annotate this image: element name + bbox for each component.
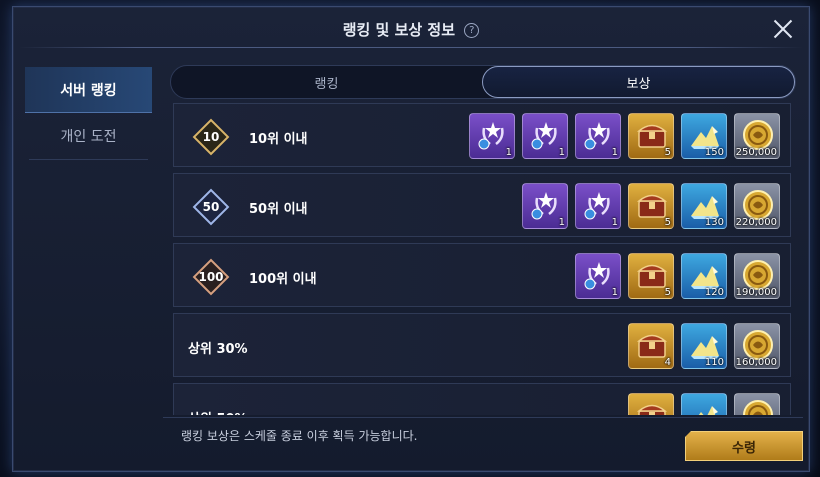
purple-laurel-emblem-icon[interactable]: 1 (575, 253, 621, 299)
item-quantity: 1 (611, 217, 618, 228)
purple-laurel-emblem-icon[interactable]: 1 (575, 183, 621, 229)
reward-row: 100 100위 이내 1 5 120 190,000 (173, 243, 791, 307)
treasure-chest-icon[interactable]: 5 (628, 253, 674, 299)
rank-label: 100위 이내 (249, 272, 317, 287)
help-icon[interactable]: ? (464, 23, 480, 38)
purple-laurel-emblem-icon[interactable]: 1 (575, 113, 621, 159)
reward-items: 1 1 5 130 220,000 (522, 183, 780, 229)
rank-badge-number: 50 (202, 200, 220, 214)
claim-button[interactable]: 수령 (685, 431, 803, 461)
reward-row: 50 50위 이내 1 1 5 130 220,000 (173, 173, 791, 237)
sidebar: 서버 랭킹 개인 도전 (25, 67, 152, 160)
reward-items: 4 110 160,000 (628, 323, 780, 369)
gold-coin-icon[interactable]: 160,000 (734, 323, 780, 369)
crystal-pile-icon[interactable]: 120 (681, 253, 727, 299)
sidebar-divider (29, 159, 148, 160)
rank-label: 상위 30% (188, 342, 248, 357)
item-quantity: 5 (664, 147, 671, 158)
item-quantity: 120 (704, 287, 724, 298)
rank-badge-number: 100 (198, 270, 224, 284)
tab-bar: 랭킹 보상 (170, 65, 796, 99)
item-quantity: 220,000 (735, 217, 777, 228)
treasure-chest-icon[interactable] (628, 393, 674, 415)
item-quantity: 1 (558, 217, 565, 228)
reward-items: 1 1 1 5 150 250,000 (469, 113, 780, 159)
item-quantity: 1 (611, 287, 618, 298)
item-quantity: 110 (704, 357, 724, 368)
gold-coin-icon[interactable] (734, 393, 780, 415)
crystal-pile-icon[interactable]: 150 (681, 113, 727, 159)
item-quantity: 190,000 (735, 287, 777, 298)
footer-notice: 랭킹 보상은 스케줄 종료 이후 획득 가능합니다. (181, 429, 418, 443)
ranking-reward-modal: 랭킹 및 보상 정보 ? 서버 랭킹 개인 도전 랭킹 보상 10 10위 이내 1… (12, 6, 810, 472)
rank-label: 10위 이내 (249, 132, 308, 147)
rank-label: 상위 50% (188, 408, 248, 415)
reward-list[interactable]: 10 10위 이내 1 1 1 5 150 250,000 50 50위 이내 1 1 5 130 220,… (173, 103, 791, 415)
gold-coin-icon[interactable]: 250,000 (734, 113, 780, 159)
reward-row: 상위 30% 4 110 160,000 (173, 313, 791, 377)
rank-badge-icon: 10 (192, 118, 230, 156)
rank-label: 50위 이내 (249, 202, 308, 217)
purple-laurel-emblem-icon[interactable]: 1 (469, 113, 515, 159)
tab-rewards[interactable]: 보상 (482, 66, 795, 98)
rank-badge-icon: 100 (192, 258, 230, 296)
item-quantity: 150 (704, 147, 724, 158)
footer-divider (163, 417, 803, 418)
crystal-pile-icon[interactable] (681, 393, 727, 415)
item-quantity: 1 (558, 147, 565, 158)
item-quantity: 4 (664, 357, 671, 368)
treasure-chest-icon[interactable]: 4 (628, 323, 674, 369)
gold-coin-icon[interactable]: 220,000 (734, 183, 780, 229)
crystal-pile-icon[interactable]: 130 (681, 183, 727, 229)
treasure-chest-icon[interactable]: 5 (628, 113, 674, 159)
title-divider (19, 47, 803, 48)
modal-title: 랭킹 및 보상 정보 ? (13, 19, 809, 40)
sidebar-item-label: 개인 도전 (60, 129, 117, 145)
treasure-chest-icon[interactable]: 5 (628, 183, 674, 229)
sidebar-item-label: 서버 랭킹 (60, 82, 117, 99)
reward-row: 10 10위 이내 1 1 1 5 150 250,000 (173, 103, 791, 167)
purple-laurel-emblem-icon[interactable]: 1 (522, 183, 568, 229)
item-quantity: 1 (505, 147, 512, 158)
close-icon[interactable] (771, 17, 795, 41)
item-quantity: 5 (664, 217, 671, 228)
tab-ranking[interactable]: 랭킹 (171, 66, 482, 98)
reward-items (628, 393, 780, 415)
gold-coin-icon[interactable]: 190,000 (734, 253, 780, 299)
rank-badge-number: 10 (202, 130, 220, 144)
reward-items: 1 5 120 190,000 (575, 253, 780, 299)
sidebar-item-server-ranking[interactable]: 서버 랭킹 (25, 67, 152, 113)
rank-badge-icon: 50 (192, 188, 230, 226)
modal-title-text: 랭킹 및 보상 정보 (342, 21, 456, 39)
item-quantity: 1 (611, 147, 618, 158)
reward-row: 상위 50% (173, 383, 791, 415)
crystal-pile-icon[interactable]: 110 (681, 323, 727, 369)
item-quantity: 130 (704, 217, 724, 228)
item-quantity: 160,000 (735, 357, 777, 368)
item-quantity: 5 (664, 287, 671, 298)
sidebar-item-personal-challenge[interactable]: 개인 도전 (25, 113, 152, 159)
item-quantity: 250,000 (735, 147, 777, 158)
purple-laurel-emblem-icon[interactable]: 1 (522, 113, 568, 159)
